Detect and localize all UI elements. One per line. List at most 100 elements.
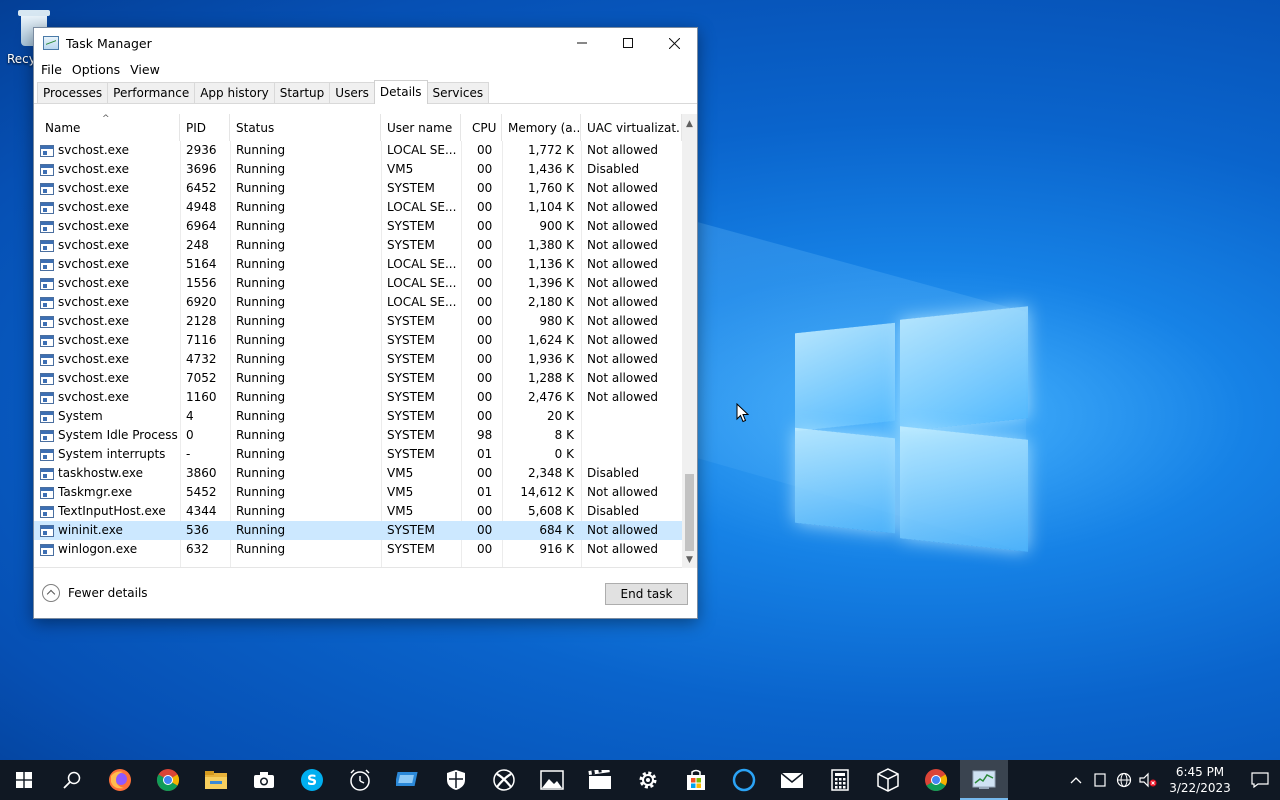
- minimize-button[interactable]: [559, 28, 605, 58]
- process-icon: [40, 239, 54, 252]
- table-row[interactable]: svchost.exe 6920 Running LOCAL SE... 00 2,180…: [34, 293, 682, 312]
- taskbar-alarms-clock[interactable]: [336, 760, 384, 800]
- column-header-uac-virtualization[interactable]: UAC virtualizat...: [581, 114, 682, 141]
- vertical-scrollbar[interactable]: ▲ ▼: [682, 114, 697, 568]
- notification-icon: [1251, 772, 1269, 788]
- table-row[interactable]: System 4 Running SYSTEM 00 20 K: [34, 407, 682, 426]
- cell-memory: 1,772 K: [527, 143, 574, 157]
- column-header-pid[interactable]: PID: [180, 114, 230, 141]
- cell-pid: 248: [186, 238, 209, 252]
- taskbar-chrome-canary[interactable]: [912, 760, 960, 800]
- scroll-down-icon[interactable]: ▼: [682, 553, 697, 568]
- table-row[interactable]: svchost.exe 7116 Running SYSTEM 00 1,624 K Not…: [34, 331, 682, 350]
- cell-memory: 1,624 K: [527, 333, 574, 347]
- cell-status: Running: [236, 200, 286, 214]
- show-hidden-icons-button[interactable]: [1064, 760, 1088, 800]
- cell-memory: 916 K: [539, 542, 574, 556]
- taskbar-firefox[interactable]: [96, 760, 144, 800]
- table-row[interactable]: svchost.exe 7052 Running SYSTEM 00 1,288 K Not…: [34, 369, 682, 388]
- action-center-button[interactable]: [1240, 760, 1280, 800]
- cell-process-name: svchost.exe: [34, 198, 180, 217]
- search-button[interactable]: [48, 760, 96, 800]
- taskbar-store[interactable]: [672, 760, 720, 800]
- table-row[interactable]: svchost.exe 2936 Running LOCAL SE... 00 1,772…: [34, 141, 682, 160]
- taskbar-3d-viewer[interactable]: [864, 760, 912, 800]
- taskbar-mail[interactable]: [768, 760, 816, 800]
- column-header-name[interactable]: ^ Name: [34, 114, 180, 141]
- cell-process-name: svchost.exe: [34, 388, 180, 407]
- table-row[interactable]: svchost.exe 6964 Running SYSTEM 00 900 K Not a…: [34, 217, 682, 236]
- close-button[interactable]: [651, 28, 697, 58]
- column-header-user-name[interactable]: User name: [381, 114, 461, 141]
- tray-tablet-button[interactable]: [1088, 760, 1112, 800]
- table-row[interactable]: svchost.exe 2128 Running SYSTEM 00 980 K Not a…: [34, 312, 682, 331]
- cell-pid: 7052: [186, 371, 217, 385]
- table-row[interactable]: svchost.exe 1556 Running LOCAL SE... 00 1,396…: [34, 274, 682, 293]
- table-row[interactable]: wininit.exe 536 Running SYSTEM 00 684 K Not al…: [34, 521, 682, 540]
- table-row[interactable]: TextInputHost.exe 4344 Running VM5 00 5,608 K…: [34, 502, 682, 521]
- table-row[interactable]: svchost.exe 6452 Running SYSTEM 00 1,760 K Not…: [34, 179, 682, 198]
- cell-pid: 536: [186, 523, 209, 537]
- column-header-status[interactable]: Status: [230, 114, 381, 141]
- tab-processes[interactable]: Processes: [37, 82, 109, 103]
- cell-pid: 4: [186, 409, 194, 423]
- table-row[interactable]: taskhostw.exe 3860 Running VM5 00 2,348 K Disa…: [34, 464, 682, 483]
- table-row[interactable]: svchost.exe 4732 Running SYSTEM 00 1,936 K Not…: [34, 350, 682, 369]
- scroll-up-icon[interactable]: ▲: [682, 117, 697, 132]
- table-row[interactable]: svchost.exe 5164 Running LOCAL SE... 00 1,136…: [34, 255, 682, 274]
- taskbar-windows-security[interactable]: [432, 760, 480, 800]
- cell-cpu: 98: [477, 428, 493, 442]
- menu-options[interactable]: Options: [67, 62, 125, 77]
- taskbar-skype[interactable]: S: [288, 760, 336, 800]
- tab-users[interactable]: Users: [329, 82, 375, 103]
- tray-volume-button[interactable]: [1136, 760, 1160, 800]
- table-row[interactable]: System Idle Process 0 Running SYSTEM 98 8 K: [34, 426, 682, 445]
- scrollbar-thumb[interactable]: [685, 474, 694, 551]
- column-header-memory[interactable]: Memory (a...: [502, 114, 581, 141]
- taskbar-remote-desktop[interactable]: [384, 760, 432, 800]
- table-row[interactable]: winlogon.exe 632 Running SYSTEM 00 916 K Not a…: [34, 540, 682, 559]
- tab-app-history[interactable]: App history: [194, 82, 275, 103]
- column-header-cpu[interactable]: CPU: [461, 114, 502, 141]
- tab-services[interactable]: Services: [426, 82, 490, 103]
- cell-status: Running: [236, 371, 286, 385]
- taskbar-movies-tv[interactable]: [576, 760, 624, 800]
- tray-network-button[interactable]: [1112, 760, 1136, 800]
- tab-details[interactable]: Details: [373, 80, 428, 104]
- process-icon: [40, 410, 54, 423]
- table-row[interactable]: svchost.exe 1160 Running SYSTEM 00 2,476 K Not…: [34, 388, 682, 407]
- cell-pid: 6964: [186, 219, 217, 233]
- taskbar-task-manager[interactable]: [960, 760, 1008, 800]
- maximize-button[interactable]: [605, 28, 651, 58]
- cell-status: Running: [236, 447, 286, 461]
- table-row[interactable]: Taskmgr.exe 5452 Running VM5 01 14,612 K Not a…: [34, 483, 682, 502]
- cell-uac-virtualization: Disabled: [587, 466, 640, 480]
- taskbar-chrome[interactable]: [144, 760, 192, 800]
- process-icon: [40, 334, 54, 347]
- table-row[interactable]: svchost.exe 248 Running SYSTEM 00 1,380 K Not …: [34, 236, 682, 255]
- tab-performance[interactable]: Performance: [107, 82, 196, 103]
- taskbar-cortana[interactable]: [720, 760, 768, 800]
- taskbar-calculator[interactable]: [816, 760, 864, 800]
- taskbar-settings[interactable]: [624, 760, 672, 800]
- table-row[interactable]: svchost.exe 3696 Running VM5 00 1,436 K Disabl…: [34, 160, 682, 179]
- taskbar-photos[interactable]: [528, 760, 576, 800]
- cell-user-name: SYSTEM: [387, 314, 435, 328]
- menu-file[interactable]: File: [36, 62, 67, 77]
- cell-status: Running: [236, 523, 286, 537]
- title-bar[interactable]: Task Manager: [34, 28, 697, 58]
- firefox-icon: [109, 769, 131, 791]
- tab-strip: Processes Performance App history Startu…: [34, 80, 697, 104]
- start-button[interactable]: [0, 760, 48, 800]
- tab-startup[interactable]: Startup: [273, 82, 331, 103]
- taskbar-clock[interactable]: 6:45 PM 3/22/2023: [1160, 764, 1240, 796]
- taskbar-file-explorer[interactable]: [192, 760, 240, 800]
- taskbar-camera[interactable]: [240, 760, 288, 800]
- taskbar-xbox[interactable]: [480, 760, 528, 800]
- table-row[interactable]: System interrupts - Running SYSTEM 01 0 K: [34, 445, 682, 464]
- system-tray: 6:45 PM 3/22/2023: [1064, 760, 1280, 800]
- fewer-details-button[interactable]: Fewer details: [42, 584, 148, 602]
- end-task-button[interactable]: End task: [605, 583, 688, 605]
- table-row[interactable]: svchost.exe 4948 Running LOCAL SE... 00 1,104…: [34, 198, 682, 217]
- menu-view[interactable]: View: [125, 62, 165, 77]
